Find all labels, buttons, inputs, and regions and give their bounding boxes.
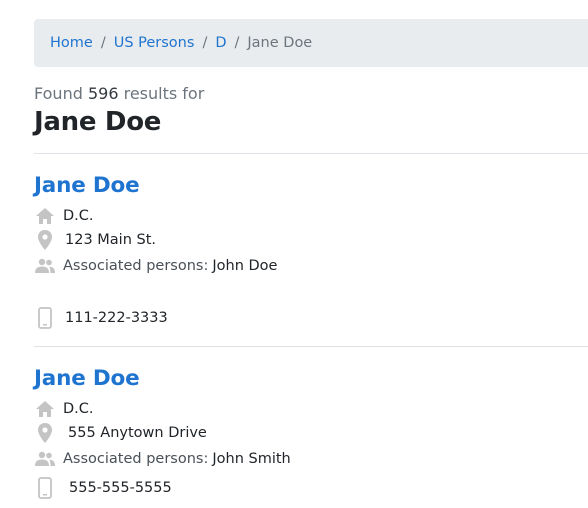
result-name-link[interactable]: Jane Doe	[34, 366, 140, 391]
results-count: 596	[87, 84, 119, 103]
breadcrumb: Home / US Persons / D / Jane Doe	[34, 19, 588, 67]
found-suffix: results for	[123, 84, 205, 103]
region-row: D.C.	[34, 205, 94, 227]
home-icon	[34, 398, 56, 420]
breadcrumb-separator: /	[100, 35, 106, 51]
breadcrumb-home-link[interactable]: Home	[50, 35, 93, 51]
address-row: 555 Anytown Drive	[34, 422, 207, 444]
associated-row: Associated persons: John Smith	[34, 448, 291, 470]
results-count-text: Found 596 results for	[34, 84, 204, 103]
phone-row: 111-222-3333	[34, 307, 168, 329]
phone-icon	[34, 307, 56, 329]
divider	[34, 153, 588, 154]
associated-person-link[interactable]: John Smith	[212, 451, 290, 467]
people-icon	[34, 255, 56, 277]
result-region: D.C.	[63, 208, 94, 224]
address-row: 123 Main St.	[34, 229, 156, 251]
associated-label: Associated persons:	[63, 451, 209, 467]
result-region: D.C.	[63, 401, 94, 417]
associated-person-link[interactable]: John Doe	[212, 258, 277, 274]
found-prefix: Found	[34, 84, 83, 103]
phone-icon	[34, 477, 56, 499]
people-icon	[34, 448, 56, 470]
result-phone[interactable]: 111-222-3333	[65, 310, 168, 326]
breadcrumb-separator: /	[234, 35, 240, 51]
region-row: D.C.	[34, 398, 94, 420]
breadcrumb-separator: /	[202, 35, 208, 51]
result-phone[interactable]: 555-555-5555	[69, 480, 172, 496]
breadcrumb-d-link[interactable]: D	[215, 35, 226, 51]
result-address: 555 Anytown Drive	[68, 425, 207, 441]
search-query-title: Jane Doe	[34, 107, 162, 137]
location-pin-icon	[34, 229, 56, 251]
divider	[34, 346, 588, 347]
associated-row: Associated persons: John Doe	[34, 255, 277, 277]
associated-label: Associated persons:	[63, 258, 209, 274]
location-pin-icon	[34, 422, 56, 444]
result-name-link[interactable]: Jane Doe	[34, 173, 140, 198]
breadcrumb-current: Jane Doe	[247, 35, 313, 51]
phone-row: 555-555-5555	[34, 477, 172, 499]
breadcrumb-us-persons-link[interactable]: US Persons	[114, 35, 195, 51]
home-icon	[34, 205, 56, 227]
result-address: 123 Main St.	[65, 232, 157, 248]
